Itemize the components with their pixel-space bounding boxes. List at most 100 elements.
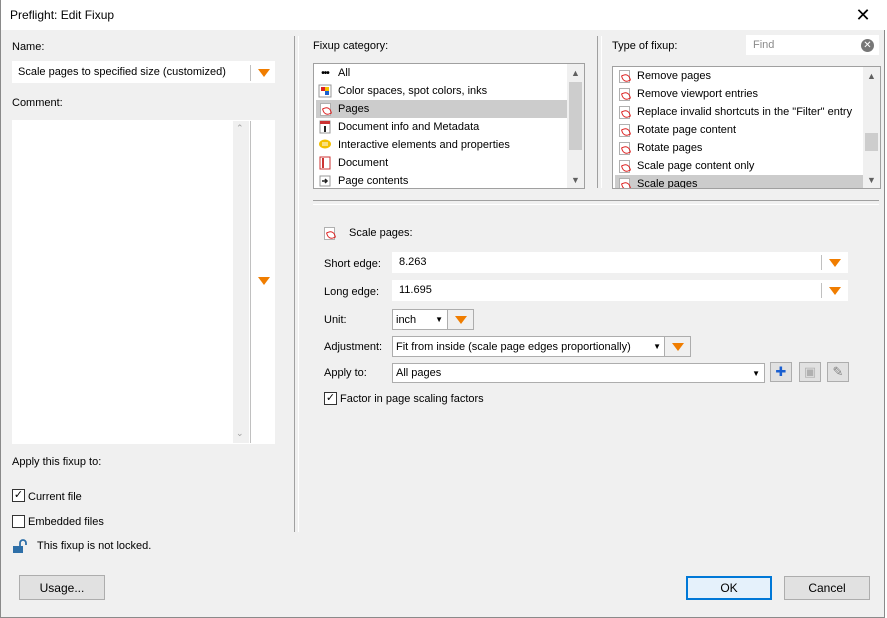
find-input[interactable]: Find ✕ <box>746 35 879 55</box>
type-item-selected[interactable]: Scale pages <box>615 175 863 188</box>
category-item-document[interactable]: Document <box>316 154 568 172</box>
orange-triangle-icon <box>829 287 841 295</box>
unit-select[interactable]: inch ▼ <box>392 309 448 330</box>
lock-status-text: This fixup is not locked. <box>37 540 152 552</box>
unit-value: inch <box>396 313 417 326</box>
category-item-document-info[interactable]: Document info and Metadata <box>316 118 568 136</box>
type-item[interactable]: Remove pages <box>615 67 865 85</box>
duplicate-page-range-button[interactable]: ▣ <box>799 362 821 382</box>
comment-textarea[interactable]: ⌃ ⌄ <box>12 120 275 444</box>
speech-bubble-icon <box>318 138 332 152</box>
category-scrollbar[interactable]: ▲ ▼ <box>567 64 584 188</box>
category-item-color-spaces[interactable]: Color spaces, spot colors, inks <box>316 82 568 100</box>
type-item[interactable]: Scale page content only <box>615 157 865 175</box>
left-divider-highlight <box>298 36 299 532</box>
type-item-label: Scale page content only <box>637 160 755 172</box>
scroll-up-icon[interactable]: ▲ <box>567 64 584 81</box>
short-edge-divider <box>821 255 822 270</box>
scroll-down-icon[interactable]: ▼ <box>567 171 584 188</box>
add-page-range-button[interactable]: ✚ <box>770 362 792 382</box>
duplicate-icon: ▣ <box>803 364 817 379</box>
caret-down-icon: ▼ <box>435 315 443 324</box>
category-item-pages[interactable]: Pages <box>316 100 568 118</box>
title-bar: Preflight: Edit Fixup ✕ <box>1 0 886 30</box>
comment-scrollbar[interactable]: ⌃ ⌄ <box>233 121 249 443</box>
edit-fixup-dialog: Preflight: Edit Fixup ✕ Name: Scale page… <box>0 0 886 618</box>
comment-dropdown-button[interactable] <box>252 271 276 291</box>
clear-search-icon[interactable]: ✕ <box>861 39 874 52</box>
ok-button[interactable]: OK <box>686 576 772 600</box>
category-item-page-contents[interactable]: Page contents <box>316 172 568 188</box>
caret-down-icon: ▼ <box>752 369 760 378</box>
scroll-down-icon[interactable]: ⌄ <box>236 428 244 439</box>
adjustment-dropdown-button[interactable] <box>664 336 691 357</box>
adjustment-select[interactable]: Fit from inside (scale page edges propor… <box>392 336 666 357</box>
mid-divider-highlight <box>601 36 602 188</box>
current-file-checkbox[interactable]: ✓ <box>12 489 25 502</box>
category-item-interactive[interactable]: Interactive elements and properties <box>316 136 568 154</box>
fixup-type-list[interactable]: Remove pages Remove viewport entries Rep… <box>612 66 881 189</box>
ok-button-label: OK <box>720 581 738 595</box>
page-contents-icon <box>318 174 332 188</box>
adjustment-label: Adjustment: <box>324 341 383 353</box>
factor-scaling-checkbox[interactable]: ✓ <box>324 392 337 405</box>
long-edge-field[interactable]: 11.695 <box>392 280 848 301</box>
scroll-down-icon[interactable]: ▼ <box>863 171 880 188</box>
edit-page-range-button[interactable]: ✎ <box>827 362 849 382</box>
scroll-thumb[interactable] <box>569 82 582 150</box>
unit-label: Unit: <box>324 314 347 326</box>
short-edge-field[interactable]: 8.263 <box>392 252 848 273</box>
long-edge-divider <box>821 283 822 298</box>
document-info-icon <box>318 120 332 134</box>
name-divider <box>250 65 251 81</box>
comment-label: Comment: <box>12 97 63 109</box>
apply-to-select[interactable]: All pages ▼ <box>392 363 765 383</box>
scroll-thumb[interactable] <box>865 133 878 151</box>
type-item-label: Remove viewport entries <box>637 88 759 100</box>
find-placeholder: Find <box>753 39 775 51</box>
orange-triangle-icon <box>258 69 270 77</box>
category-item-all[interactable]: ••• All <box>316 64 568 82</box>
type-item-label: Remove pages <box>637 70 711 82</box>
name-label: Name: <box>12 41 45 53</box>
name-dropdown-button[interactable] <box>252 63 276 83</box>
fixup-category-list[interactable]: ••• All Color spaces, spot colors, inks … <box>313 63 585 189</box>
pdf-page-icon <box>617 159 631 173</box>
category-item-label: Document <box>338 157 389 169</box>
long-edge-dropdown-button[interactable] <box>823 281 847 301</box>
embedded-files-checkbox[interactable] <box>12 515 25 528</box>
unit-dropdown-button[interactable] <box>447 309 474 330</box>
category-item-label: All <box>338 67 351 79</box>
pdf-page-icon <box>617 105 631 119</box>
close-icon[interactable]: ✕ <box>840 0 886 30</box>
type-item[interactable]: Rotate pages <box>615 139 865 157</box>
apply-label: Apply this fixup to: <box>12 456 102 468</box>
category-item-label: Document info and Metadata <box>338 121 480 133</box>
name-field[interactable]: Scale pages to specified size (customize… <box>12 61 275 83</box>
comment-divider <box>250 121 251 443</box>
document-icon <box>318 156 332 170</box>
short-edge-dropdown-button[interactable] <box>823 253 847 273</box>
long-edge-value: 11.695 <box>399 284 432 296</box>
orange-triangle-icon <box>454 315 467 324</box>
scroll-up-icon[interactable]: ⌃ <box>236 123 244 134</box>
short-edge-label: Short edge: <box>324 258 381 270</box>
color-spaces-icon <box>318 84 332 98</box>
cancel-button[interactable]: Cancel <box>784 576 870 600</box>
name-value: Scale pages to specified size (customize… <box>18 66 226 78</box>
scroll-up-icon[interactable]: ▲ <box>863 67 880 84</box>
type-item[interactable]: Replace invalid shortcuts in the "Filter… <box>615 103 865 121</box>
checkmark-icon: ✓ <box>325 392 336 404</box>
type-scrollbar[interactable]: ▲ ▼ <box>863 67 880 188</box>
category-item-label: Interactive elements and properties <box>338 139 510 151</box>
type-item[interactable]: Rotate page content <box>615 121 865 139</box>
pdf-page-icon <box>318 102 332 116</box>
usage-button[interactable]: Usage... <box>19 575 105 600</box>
type-item[interactable]: Remove viewport entries <box>615 85 865 103</box>
settings-separator <box>313 200 879 201</box>
category-item-label: Color spaces, spot colors, inks <box>338 85 488 97</box>
type-of-fixup-label: Type of fixup: <box>612 40 678 52</box>
type-item-label: Rotate page content <box>637 124 737 136</box>
pdf-page-icon <box>617 141 631 155</box>
orange-triangle-icon <box>258 277 270 285</box>
